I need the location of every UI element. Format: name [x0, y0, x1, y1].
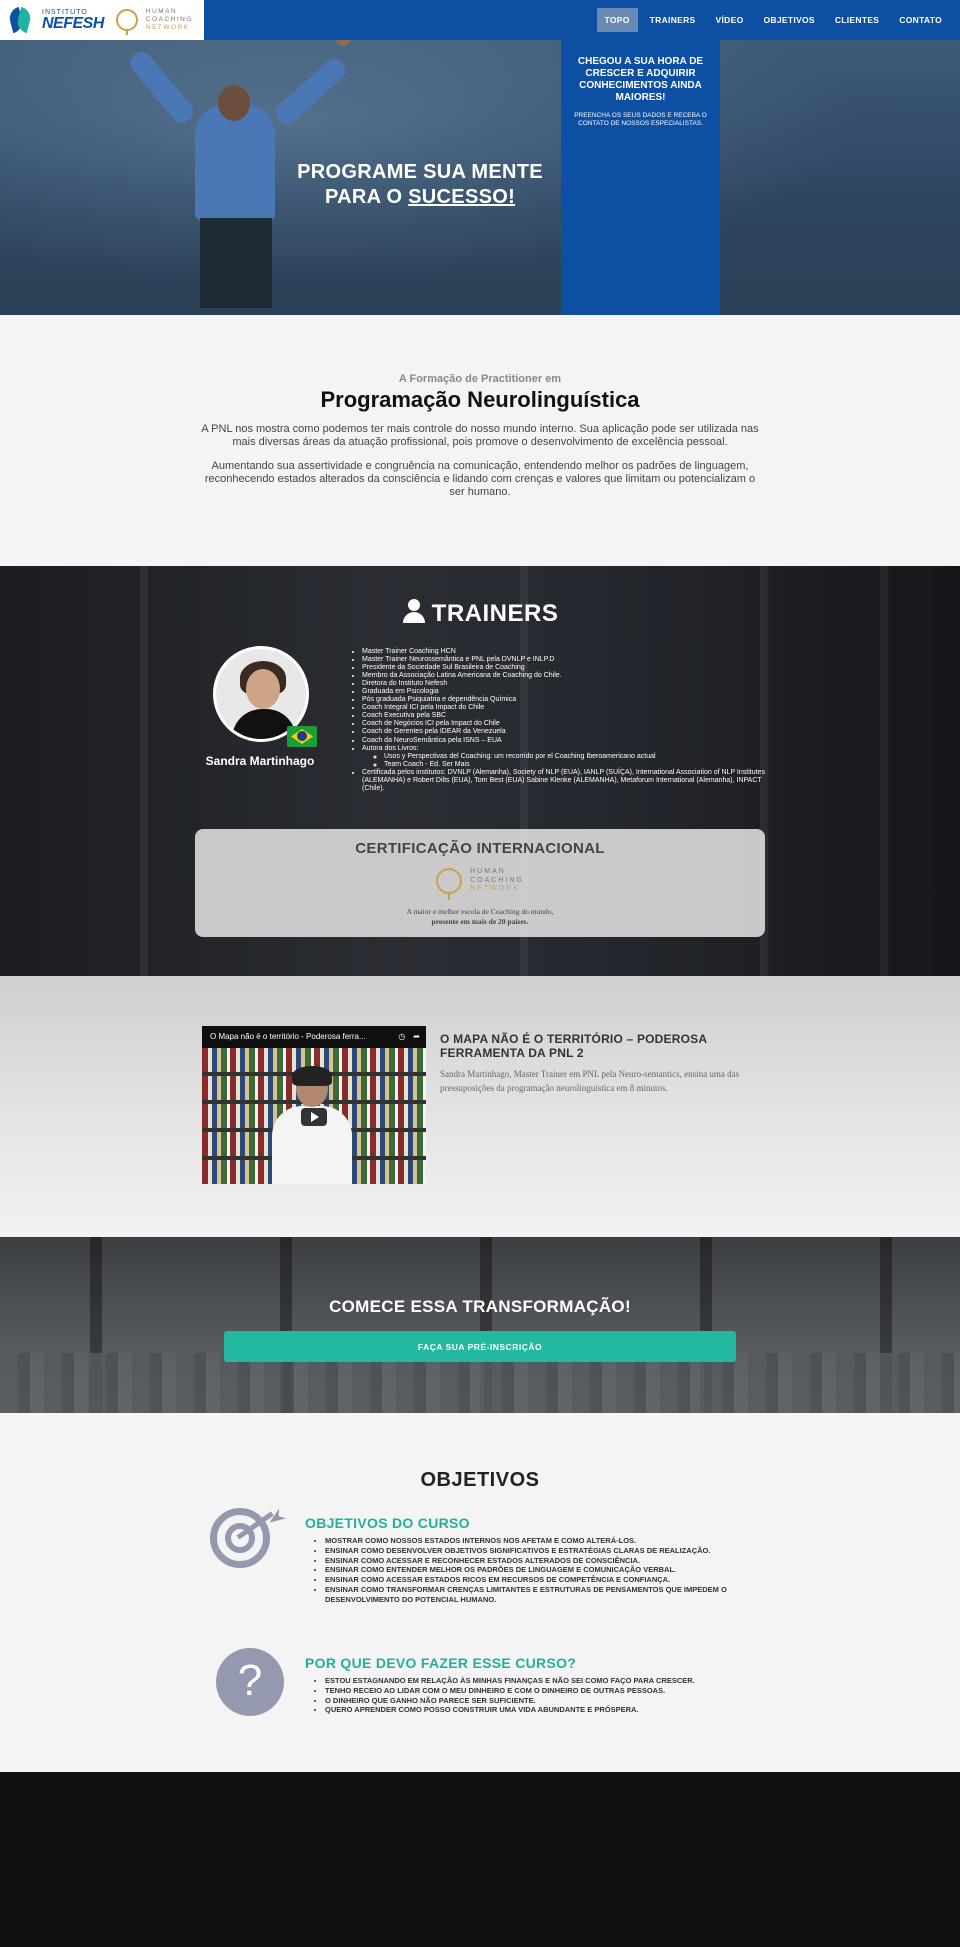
- list-item: MOSTRAR COMO NOSSOS ESTADOS INTERNOS NOS…: [325, 1536, 770, 1546]
- nav-clientes[interactable]: CLIENTES: [827, 8, 887, 32]
- main-nav: TOPO TRAINERS VÍDEO OBJETIVOS CLIENTES C…: [596, 0, 950, 40]
- list-item: Usos y Perspectivas del Coaching: um rec…: [384, 753, 770, 761]
- certification-title: CERTIFICAÇÃO INTERNACIONAL: [355, 840, 605, 857]
- list-item: ENSINAR COMO ACESSAR ESTADOS RICOS EM RE…: [325, 1575, 770, 1585]
- list-item: ENSINAR COMO DESENVOLVER OBJETIVOS SIGNI…: [325, 1546, 770, 1556]
- list-item: Autora dos Livros: Usos y Perspectivas d…: [362, 745, 770, 769]
- list-item: Coach da NeuroSemântica pela ISNS – EUA: [362, 737, 770, 745]
- video-title-bar: O Mapa não é o território - Poderosa fer…: [202, 1026, 426, 1048]
- brazil-flag-icon: [287, 726, 317, 747]
- share-icon[interactable]: ➦: [413, 1026, 420, 1048]
- list-item: Team Coach - Ed. Ser Mais: [384, 761, 770, 769]
- intro-paragraph-1: A PNL nos mostra como podemos ter mais c…: [201, 423, 759, 448]
- partner-logo-text: HUMAN COACHING NETWORK: [145, 8, 193, 31]
- trainer-credentials: Master Trainer Coaching HCN Master Train…: [350, 648, 770, 793]
- list-item: TENHO RECEIO AO LIDAR COM O MEU DINHEIRO…: [325, 1686, 770, 1696]
- video-section: O Mapa não é o território - Poderosa fer…: [0, 976, 960, 1237]
- course-objectives-title: OBJETIVOS DO CURSO: [305, 1515, 470, 1531]
- list-item: QUERO APRENDER COMO POSSO CONSTRUIR UMA …: [325, 1705, 770, 1715]
- list-item: Master Trainer Coaching HCN: [362, 648, 770, 656]
- question-icon: ?: [216, 1648, 284, 1716]
- logo-big-text: NEFESH: [42, 14, 104, 32]
- list-item: Diretora do Instituto Nefesh: [362, 680, 770, 688]
- list-item: Graduada em Psicologia: [362, 688, 770, 696]
- cta-title: COMECE ESSA TRANSFORMAÇÃO!: [329, 1297, 631, 1316]
- lead-form-box: CHEGOU A SUA HORA DE CRESCER E ADQUIRIR …: [561, 40, 720, 315]
- trainers-section: TRAINERS Sandra Martinhago Master Traine…: [0, 566, 960, 976]
- list-item: Coach de Gerentes pela IDEAR da Venezuel…: [362, 728, 770, 736]
- top-navbar: INSTITUTO NEFESH HUMAN COACHING NETWORK …: [0, 0, 960, 40]
- list-item: Pós graduada Psiquiatria e dependência Q…: [362, 696, 770, 704]
- video-description: Sandra Martinhago, Master Trainer em PNL…: [440, 1069, 740, 1093]
- intro-section: A Formação de Practitioner em Programaçã…: [0, 315, 960, 566]
- certification-box: CERTIFICAÇÃO INTERNACIONAL HUMAN COACHIN…: [195, 829, 765, 937]
- nefesh-logo-icon: [7, 6, 34, 34]
- list-item: Master Trainer Neurossemântica e PNL pel…: [362, 656, 770, 664]
- lead-box-text: PREENCHA OS SEUS DADOS E RECEBA O CONTAT…: [574, 112, 707, 128]
- intro-kicker: A Formação de Practitioner em: [398, 373, 562, 385]
- intro-paragraph-2: Aumentando sua assertividade e congruênc…: [204, 460, 756, 498]
- pre-registration-button[interactable]: FAÇA SUA PRÉ-INSCRIÇÃO: [224, 1331, 736, 1362]
- why-course-list: ESTOU ESTAGNANDO EM RELAÇÃO ÀS MINHAS FI…: [325, 1676, 770, 1715]
- list-item: ENSINAR COMO ACESSAR E RECONHECER ESTADO…: [325, 1556, 770, 1566]
- objetivos-section: OBJETIVOS OBJETIVOS DO CURSO MOSTRAR COM…: [0, 1413, 960, 1772]
- trainers-title: TRAINERS: [0, 599, 960, 628]
- list-item: Presidente da Sociedade Sul Brasileira d…: [362, 664, 770, 672]
- list-item: Coach Integral ICI pela Impact do Chile: [362, 704, 770, 712]
- trainer-name: Sandra Martinhago: [205, 754, 315, 768]
- nav-topo[interactable]: TOPO: [596, 8, 638, 32]
- why-course-title: POR QUE DEVO FAZER ESSE CURSO?: [305, 1655, 577, 1671]
- nav-trainers[interactable]: TRAINERS: [642, 8, 704, 32]
- nav-video[interactable]: VÍDEO: [708, 8, 752, 32]
- nav-contato[interactable]: CONTATO: [891, 8, 950, 32]
- target-icon: [210, 1508, 288, 1573]
- list-item: Certificada pelos institutos: DVNLP (Ale…: [362, 769, 770, 793]
- clock-icon[interactable]: ◷: [398, 1026, 405, 1048]
- list-item: O DINHEIRO QUE GANHO NÃO PARECE SER SUFI…: [325, 1696, 770, 1706]
- site-logo[interactable]: INSTITUTO NEFESH HUMAN COACHING NETWORK: [0, 0, 204, 40]
- video-player-title[interactable]: O Mapa não é o território - Poderosa fer…: [210, 1032, 366, 1041]
- books-list: Usos y Perspectivas del Coaching: um rec…: [362, 753, 770, 769]
- video-title: O MAPA NÃO É O TERRITÓRIO – PODEROSA FER…: [440, 1032, 707, 1060]
- play-button[interactable]: [301, 1108, 327, 1126]
- video-player[interactable]: O Mapa não é o território - Poderosa fer…: [202, 1026, 426, 1184]
- lead-box-title: CHEGOU A SUA HORA DE CRESCER E ADQUIRIR …: [577, 56, 704, 103]
- intro-title: Programação Neurolinguística: [320, 387, 640, 412]
- human-coaching-network-logo: HUMAN COACHING NETWORK: [195, 861, 765, 901]
- objetivos-title: OBJETIVOS: [420, 1469, 540, 1491]
- list-item: ENSINAR COMO TRANSFORMAR CRENÇAS LIMITAN…: [325, 1585, 770, 1605]
- footer: [0, 1772, 960, 1947]
- certification-text: A maior e melhor escola de Coaching do m…: [406, 907, 554, 926]
- course-objectives-list: MOSTRAR COMO NOSSOS ESTADOS INTERNOS NOS…: [325, 1536, 770, 1604]
- list-item: Coach de Negócios ICI pela Impact do Chi…: [362, 720, 770, 728]
- user-icon: [402, 599, 426, 623]
- globe-icon: [436, 868, 463, 900]
- hero-title: PROGRAME SUA MENTE PARA O SUCESSO!: [297, 161, 543, 208]
- cta-section: COMECE ESSA TRANSFORMAÇÃO! FAÇA SUA PRÉ-…: [0, 1237, 960, 1413]
- list-item: ESTOU ESTAGNANDO EM RELAÇÃO ÀS MINHAS FI…: [325, 1676, 770, 1686]
- list-item: Coach Executiva pela SBC: [362, 712, 770, 720]
- nav-objetivos[interactable]: OBJETIVOS: [755, 8, 822, 32]
- human-coaching-logo-icon: [115, 9, 138, 35]
- hero-success-link[interactable]: SUCESSO!: [408, 186, 515, 208]
- hero-section: PROGRAME SUA MENTE PARA O SUCESSO! CHEGO…: [0, 40, 960, 315]
- list-item: Membro da Associação Latina Americana de…: [362, 672, 770, 680]
- list-item: ENSINAR COMO ENTENDER MELHOR OS PADRÕES …: [325, 1565, 770, 1575]
